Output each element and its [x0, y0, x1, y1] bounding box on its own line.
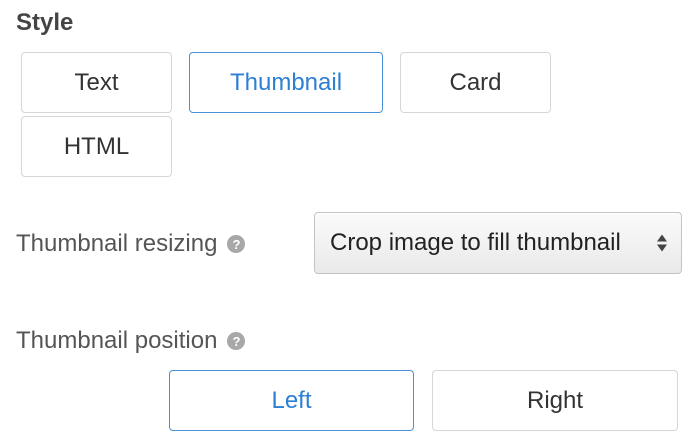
style-section-title: Style — [16, 9, 74, 36]
thumbnail-resizing-selected-value: Crop image to fill thumbnail — [330, 229, 621, 256]
thumbnail-position-row: Thumbnail position ? — [16, 326, 246, 356]
question-circle-icon[interactable]: ? — [227, 332, 246, 350]
thumbnail-resizing-row: Thumbnail resizing ? — [16, 229, 246, 259]
style-card-button[interactable]: Card — [400, 52, 551, 113]
select-arrows-icon — [657, 234, 667, 252]
style-thumbnail-button[interactable]: Thumbnail — [189, 52, 383, 113]
thumbnail-resizing-select[interactable]: Crop image to fill thumbnail — [314, 212, 682, 274]
position-left-button[interactable]: Left — [169, 370, 414, 431]
question-circle-icon[interactable]: ? — [227, 235, 246, 253]
position-right-button[interactable]: Right — [432, 370, 678, 431]
thumbnail-position-label: Thumbnail position — [16, 327, 218, 354]
style-html-button[interactable]: HTML — [21, 116, 172, 177]
style-text-button[interactable]: Text — [21, 52, 172, 113]
thumbnail-resizing-label: Thumbnail resizing — [16, 230, 218, 257]
